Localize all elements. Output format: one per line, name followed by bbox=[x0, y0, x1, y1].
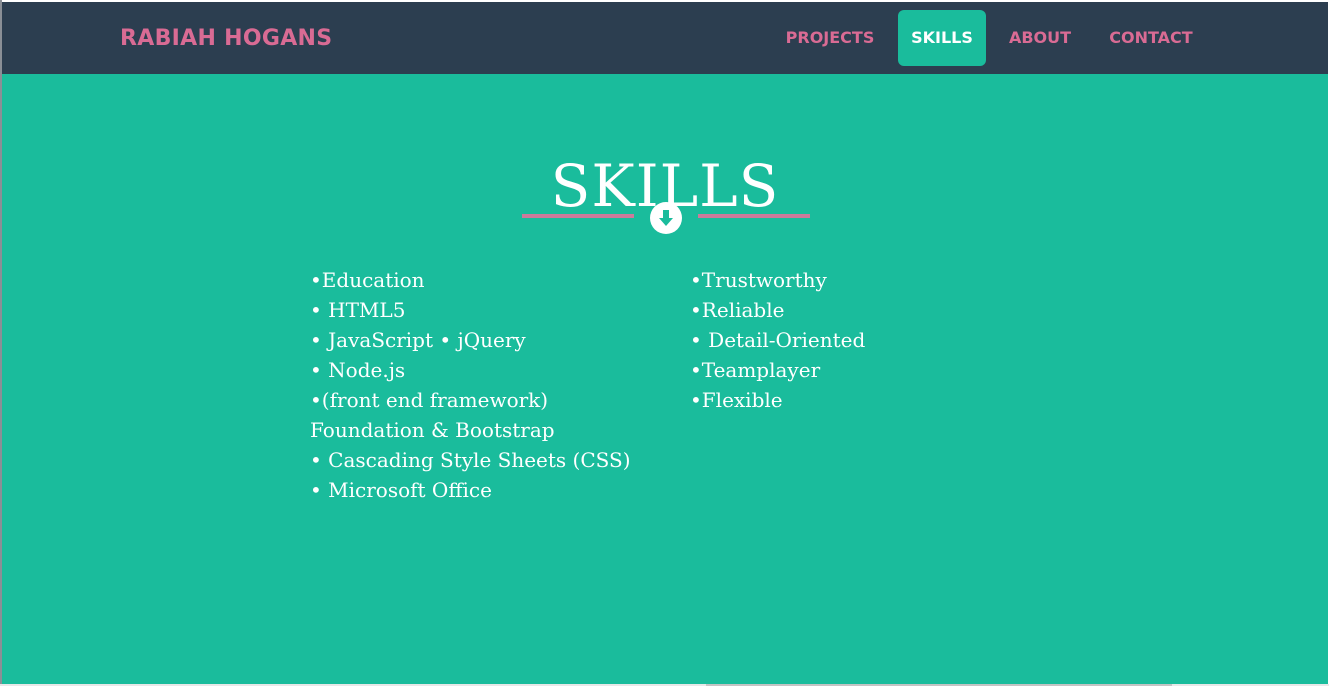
arrow-down-circle-icon bbox=[650, 202, 682, 234]
skills-list-left: •Education • HTML5 • JavaScript • jQuery… bbox=[310, 265, 650, 505]
skill-item: • JavaScript • jQuery bbox=[310, 328, 526, 352]
skill-item: •Flexible bbox=[690, 388, 783, 412]
skill-item: •Trustworthy bbox=[690, 268, 827, 292]
skill-item: •(front end framework) Foundation & Boot… bbox=[310, 388, 555, 442]
brand-name[interactable]: RABIAH HOGANS bbox=[120, 25, 332, 53]
nav-skills-link[interactable]: SKILLS bbox=[898, 10, 986, 66]
skill-item: • Microsoft Office bbox=[310, 478, 492, 502]
skill-item: • Cascading Style Sheets (CSS) bbox=[310, 448, 631, 472]
nav-about-link[interactable]: ABOUT bbox=[998, 10, 1082, 66]
skill-item: •Education bbox=[310, 268, 425, 292]
divider-line-right bbox=[698, 214, 810, 218]
browser-viewport: RABIAH HOGANS PROJECTS SKILLS ABOUT CONT… bbox=[0, 0, 1329, 686]
skill-item: • HTML5 bbox=[310, 298, 406, 322]
skill-item: • Node.js bbox=[310, 358, 406, 382]
top-navbar: RABIAH HOGANS PROJECTS SKILLS ABOUT CONT… bbox=[2, 2, 1328, 74]
skill-item: •Reliable bbox=[690, 298, 785, 322]
skills-list-right: •Trustworthy •Reliable • Detail-Oriented… bbox=[690, 265, 990, 415]
skill-item: •Teamplayer bbox=[690, 358, 821, 382]
skill-item: • Detail-Oriented bbox=[690, 328, 866, 352]
nav-contact-link[interactable]: CONTACT bbox=[1096, 10, 1206, 66]
divider-line-left bbox=[522, 214, 634, 218]
nav-projects-link[interactable]: PROJECTS bbox=[770, 10, 890, 66]
skills-section: SKILLS •Education • HTML5 • JavaScript •… bbox=[2, 74, 1328, 684]
